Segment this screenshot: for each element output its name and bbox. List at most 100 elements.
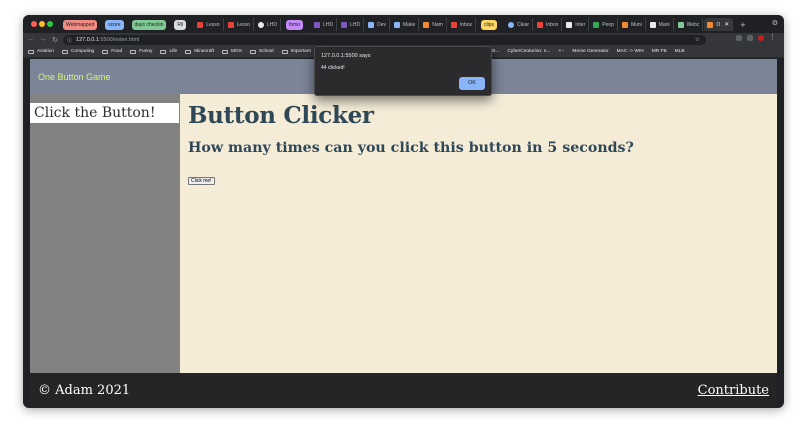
puzzle-icon[interactable] — [747, 35, 753, 41]
folder-icon — [221, 49, 228, 54]
browser-tab[interactable]: Inbox — [448, 18, 477, 31]
ok-button[interactable]: OK — [459, 77, 485, 90]
info-icon[interactable]: ⓘ — [67, 37, 72, 44]
bookmark-link[interactable]: <-- — [558, 49, 564, 54]
browser-tab[interactable]: LHD — [311, 18, 338, 31]
alert-origin: 127.0.0.1:5500 says — [321, 53, 371, 59]
tab-label: Make — [403, 21, 416, 28]
bookmark-folder[interactable]: Minecraft — [185, 49, 214, 54]
close-window-button[interactable] — [31, 21, 37, 27]
tab-strip: Webmapped score days checkin Ril Lesso L… — [23, 15, 784, 33]
bookmark-folder[interactable]: Aviation — [28, 49, 54, 54]
browser-tab[interactable]: Lesso — [225, 18, 254, 31]
cloud-icon — [508, 21, 515, 28]
gmail-icon — [537, 21, 544, 28]
bookmark-folder[interactable]: Life — [160, 49, 177, 54]
orange-triangle-icon — [707, 21, 714, 28]
folder-icon — [61, 49, 68, 54]
back-icon[interactable]: ← — [25, 36, 37, 43]
bookmark-link[interactable]: MAC -> WIN — [617, 49, 644, 54]
main-content: Button Clicker How many times can you cl… — [180, 94, 777, 373]
d-icon — [368, 21, 375, 28]
bookmark-folder[interactable]: Computing — [61, 49, 94, 54]
browser-tab[interactable]: Inter — [563, 18, 590, 31]
maximize-window-button[interactable] — [47, 21, 53, 27]
google-icon — [227, 21, 234, 28]
sidebar: Click the Button! — [30, 94, 180, 373]
bookmark-link[interactable]: MLB — [675, 49, 685, 54]
site-title[interactable]: One Button Game — [38, 72, 111, 82]
folder-icon — [249, 49, 256, 54]
tab-group-webmapped[interactable]: Webmapped — [63, 19, 98, 30]
bookmark-folder[interactable]: School — [249, 49, 274, 54]
tab-label: Dev — [377, 21, 387, 28]
tab-group-clips[interactable]: clips — [481, 19, 498, 30]
w-icon — [677, 21, 684, 28]
address-bar[interactable]: ⓘ 127.0.0.1:5500/index.html ☆ — [63, 35, 706, 45]
bookmark-folder[interactable]: MOS — [221, 49, 242, 54]
browser-tab[interactable]: Make — [391, 18, 420, 31]
tab-label: Clear — [517, 21, 530, 28]
tab-label: Webc — [686, 21, 700, 28]
new-tab-icon[interactable]: + — [740, 20, 745, 30]
bookmark-star-icon[interactable]: ☆ — [695, 36, 700, 43]
contribute-link[interactable]: Contribute — [698, 383, 769, 398]
folder-icon — [28, 49, 34, 54]
reload-icon[interactable]: ↻ — [49, 36, 61, 44]
orange-triangle-icon — [621, 21, 628, 28]
bookmark-link[interactable]: CyberCenturion: n... — [507, 49, 550, 54]
minimize-window-button[interactable] — [39, 21, 45, 27]
tab-label: Lesso — [236, 21, 250, 28]
browser-tab-active[interactable]: O ✕ — [704, 18, 734, 31]
click-me-button[interactable]: Click me! — [188, 177, 215, 185]
purple-square-icon — [314, 21, 321, 28]
extension-icon[interactable] — [736, 35, 742, 41]
tab-group-ril[interactable]: Ril — [174, 19, 187, 30]
tab-label: Muni — [630, 21, 642, 28]
tab-label: Inbox — [459, 21, 473, 28]
forward-icon[interactable]: → — [37, 36, 49, 43]
browser-tab[interactable]: LHD — [255, 18, 281, 31]
browser-tab[interactable]: LHD — [338, 18, 365, 31]
browser-tab[interactable]: Nam — [420, 18, 447, 31]
alert-message: 44 clicked! — [321, 65, 345, 71]
d-icon — [394, 21, 401, 28]
bookmark-link[interactable]: MR FB — [652, 49, 667, 54]
browser-tab[interactable]: Muni — [619, 18, 646, 31]
tab-group-days-checkin[interactable]: days checkin — [131, 19, 167, 30]
browser-tab[interactable]: Inbox — [534, 18, 563, 31]
tab-label: Peop — [602, 21, 614, 28]
tab-group-fomo[interactable]: fomo — [285, 19, 304, 30]
browser-tab[interactable]: Peop — [590, 18, 618, 31]
tab-label: Lesso — [206, 21, 220, 28]
folder-icon — [185, 49, 192, 54]
close-tab-icon[interactable]: ✕ — [724, 21, 729, 28]
browser-tab[interactable]: Dev — [365, 18, 391, 31]
browser-tab[interactable]: Lesso — [194, 18, 224, 31]
tab-label: Inbox — [546, 21, 559, 28]
sidebar-item-click-the-button[interactable]: Click the Button! — [30, 103, 179, 123]
folder-icon — [160, 49, 167, 54]
gear-icon[interactable]: ⚙ — [772, 19, 778, 27]
white-square-icon — [566, 21, 573, 28]
tab-list: Webmapped score days checkin Ril Lesso L… — [63, 18, 746, 31]
browser-tab[interactable]: Mani — [647, 18, 674, 31]
bookmark-folder[interactable]: Food — [102, 49, 122, 54]
kebab-menu-icon[interactable]: ⋮ — [769, 34, 776, 41]
copyright-text: © Adam 2021 — [38, 383, 131, 398]
site-footer: © Adam 2021 Contribute — [30, 373, 777, 408]
avatar[interactable] — [758, 35, 764, 41]
alert-dialog: 127.0.0.1:5500 says 44 clicked! OK — [314, 46, 492, 96]
white-square-icon — [649, 21, 656, 28]
gmail-icon — [450, 21, 457, 28]
tab-label: Inter — [575, 21, 586, 28]
browser-tab[interactable]: Clear — [505, 18, 534, 31]
bookmark-link[interactable]: Meme Generator — [572, 49, 608, 54]
browser-tab[interactable]: Webc — [675, 18, 704, 31]
tab-label: Nam — [432, 21, 443, 28]
bookmark-folder[interactable]: Funny — [130, 49, 152, 54]
orange-square-icon — [423, 21, 430, 28]
tab-group-score[interactable]: score — [105, 19, 124, 30]
bookmark-folder[interactable]: Important — [281, 49, 311, 54]
url-path: :5500/index.html — [98, 37, 140, 43]
